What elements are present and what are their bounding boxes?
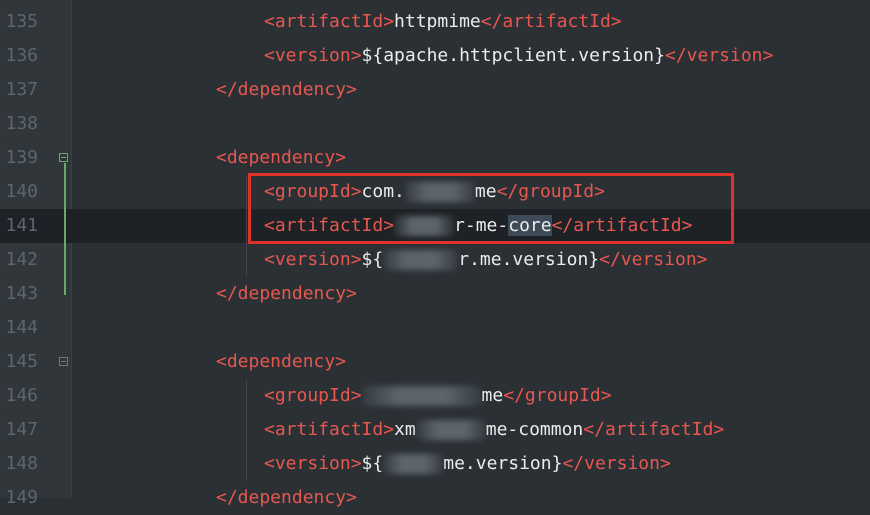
xml-tag: </groupId>	[503, 385, 612, 406]
code-line[interactable]: 138	[0, 107, 870, 141]
line-number: 144	[5, 317, 38, 338]
fold-range-indicator	[64, 163, 66, 295]
code-line[interactable]: 145 <dependency>	[0, 345, 870, 379]
code-line[interactable]: 146 <groupId> me</groupId>	[0, 379, 870, 413]
xml-value: r.me.version}	[458, 249, 600, 270]
code-text[interactable]: <groupId> me</groupId>	[264, 379, 612, 413]
xml-tag: </dependency>	[216, 79, 357, 100]
code-line[interactable]: 137 </dependency>	[0, 73, 870, 107]
code-text[interactable]: <version>${apache.httpclient.version}</v…	[264, 39, 773, 73]
code-line[interactable]: 139 <dependency>	[0, 141, 870, 175]
xml-tag: <groupId>	[264, 385, 362, 406]
xml-tag: </artifactId>	[583, 419, 725, 440]
xml-tag: <dependency>	[216, 351, 347, 372]
xml-tag: </version>	[562, 453, 671, 474]
redacted-text	[361, 386, 482, 406]
code-line[interactable]: 136 <version>${apache.httpclient.version}…	[0, 39, 870, 73]
fold-collapse-icon[interactable]	[59, 153, 68, 162]
line-number: 147	[5, 419, 38, 440]
xml-tag: <version>	[264, 453, 362, 474]
line-number: 149	[5, 487, 38, 508]
redacted-text	[415, 420, 486, 440]
line-number: 140	[5, 181, 38, 202]
line-number: 136	[5, 45, 38, 66]
code-text[interactable]: <dependency>	[216, 345, 346, 379]
xml-tag: <artifactId>	[264, 419, 395, 440]
code-text[interactable]: </dependency>	[216, 73, 357, 107]
xml-tag: <version>	[264, 45, 362, 66]
code-text[interactable]: </dependency>	[216, 277, 357, 311]
fold-collapse-icon[interactable]	[59, 357, 68, 366]
line-number: 137	[5, 79, 38, 100]
line-number: 138	[5, 113, 38, 134]
indent-guide	[246, 175, 247, 277]
code-line[interactable]: 147 <artifactId>xm me-common</artifactId>	[0, 413, 870, 447]
xml-value: me	[481, 385, 504, 406]
xml-value: me-common	[485, 419, 584, 440]
redacted-text	[383, 250, 459, 270]
indent-guide	[246, 379, 247, 481]
xml-value: ${	[361, 453, 384, 474]
code-line[interactable]: 143 </dependency>	[0, 277, 870, 311]
code-line[interactable]: 142 <version>${ r.me.version}</version>	[0, 243, 870, 277]
code-text[interactable]: <version>${ r.me.version}</version>	[264, 243, 708, 277]
xml-value: xm	[394, 419, 416, 440]
line-number: 143	[5, 283, 38, 304]
code-line[interactable]: 148 <version>${ me.version}</version>	[0, 447, 870, 481]
code-editor[interactable]: 135 <artifactId>httpmime</artifactId> 136 <…	[0, 0, 870, 508]
code-line[interactable]: 144	[0, 311, 870, 345]
code-text[interactable]: <version>${ me.version}</version>	[264, 447, 671, 481]
xml-tag: <artifactId>	[264, 11, 395, 32]
xml-value: ${	[361, 249, 384, 270]
annotation-highlight-box	[248, 173, 734, 244]
redacted-text	[383, 454, 444, 474]
xml-tag: </version>	[664, 45, 774, 66]
code-text[interactable]: <dependency>	[216, 141, 346, 175]
xml-value: httpmime	[394, 11, 481, 32]
code-text[interactable]: <artifactId>httpmime</artifactId>	[264, 5, 622, 39]
line-number: 146	[5, 385, 38, 406]
line-number: 148	[5, 453, 38, 474]
code-text[interactable]: </dependency>	[216, 481, 357, 515]
xml-tag: </dependency>	[216, 283, 357, 304]
line-number: 145	[5, 351, 38, 372]
code-line[interactable]: 135 <artifactId>httpmime</artifactId>	[0, 5, 870, 39]
code-text[interactable]: <artifactId>xm me-common</artifactId>	[264, 413, 724, 447]
xml-tag: </artifactId>	[480, 11, 622, 32]
xml-tag: <dependency>	[216, 147, 347, 168]
line-number: 142	[5, 249, 38, 270]
line-number: 141	[5, 215, 38, 236]
xml-value: ${apache.httpclient.version}	[361, 45, 665, 66]
xml-tag: </version>	[599, 249, 708, 270]
line-number: 139	[5, 147, 38, 168]
xml-value: me.version}	[443, 453, 563, 474]
xml-tag: <version>	[264, 249, 362, 270]
code-line[interactable]: 149 </dependency>	[0, 481, 870, 515]
line-number: 135	[5, 11, 38, 32]
